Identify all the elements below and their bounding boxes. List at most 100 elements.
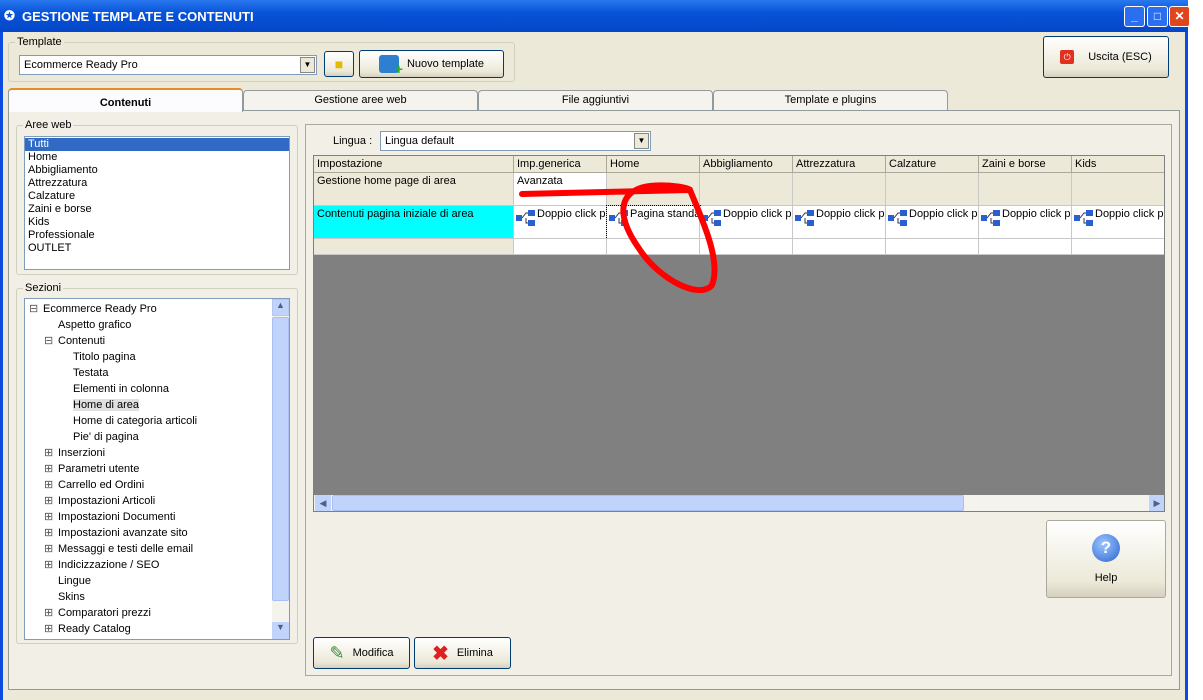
grid-cell[interactable] [886, 239, 979, 255]
aree-web-item[interactable]: Tutti [25, 138, 289, 151]
tree-node[interactable]: Pie' di pagina [25, 429, 289, 445]
open-folder-button[interactable]: ■ [324, 51, 354, 77]
grid-cell[interactable]: Doppio click per d... [886, 206, 979, 239]
aree-web-item[interactable]: Professionale [25, 229, 289, 242]
close-button[interactable]: ✕ [1169, 6, 1190, 27]
tree-node[interactable]: ⊞ Impostazioni Documenti [25, 509, 289, 525]
tree-node-label: Testata [73, 367, 109, 379]
tree-scrollbar[interactable]: ▲ ▼ [272, 299, 289, 639]
chevron-down-icon[interactable]: ▼ [634, 133, 649, 149]
expand-icon[interactable]: ⊞ [44, 445, 58, 461]
tree-node[interactable]: Home di area [25, 397, 289, 413]
lingua-label: Lingua : [333, 135, 373, 147]
exit-button[interactable]: ⏻ Uscita (ESC) [1043, 36, 1169, 78]
grid-cell[interactable] [793, 173, 886, 206]
grid-cell[interactable] [979, 239, 1072, 255]
new-template-button[interactable]: + Nuovo template [359, 50, 504, 78]
expand-icon[interactable]: ⊞ [44, 525, 58, 541]
tree-node[interactable]: ⊞ Impostazioni Articoli [25, 493, 289, 509]
tree-node[interactable]: Aspetto grafico [25, 317, 289, 333]
tree-node[interactable]: ⊟ Contenuti [25, 333, 289, 349]
sezioni-tree[interactable]: ⊟ Ecommerce Ready Pro Aspetto grafico ⊟ Cont… [24, 298, 290, 640]
expand-icon[interactable]: ⊞ [44, 557, 58, 573]
grid-cell[interactable] [607, 239, 700, 255]
tab-file-aggiuntivi[interactable]: File aggiuntivi [478, 90, 713, 110]
tab-contenuti[interactable]: Contenuti [8, 88, 243, 112]
minimize-button[interactable]: _ [1124, 6, 1145, 27]
maximize-button[interactable]: □ [1147, 6, 1168, 27]
column-header: Attrezzatura [793, 156, 886, 173]
tree-node[interactable]: Testata [25, 365, 289, 381]
scroll-up-icon[interactable]: ▲ [272, 299, 289, 316]
tree-node[interactable]: ⊞ Impostazioni avanzate sito [25, 525, 289, 541]
grid-cell[interactable] [607, 173, 700, 206]
tree-node[interactable]: Home di categoria articoli [25, 413, 289, 429]
aree-web-item[interactable]: Abbigliamento [25, 164, 289, 177]
template-select[interactable]: Ecommerce Ready Pro ▼ [19, 55, 317, 75]
expand-icon[interactable]: ⊞ [44, 605, 58, 621]
grid-cell[interactable]: Avanzata [514, 173, 607, 206]
tree-node[interactable]: ⊞ Messaggi e testi delle email [25, 541, 289, 557]
aree-web-item[interactable]: Attrezzatura [25, 177, 289, 190]
grid-hscrollbar[interactable]: ◀ ▶ [314, 495, 1164, 511]
aree-web-item[interactable]: Home [25, 151, 289, 164]
chevron-down-icon[interactable]: ▼ [300, 57, 315, 73]
help-button[interactable]: ? Help [1046, 520, 1166, 598]
grid-cell[interactable] [793, 239, 886, 255]
expand-icon[interactable]: ⊞ [44, 541, 58, 557]
aree-web-item[interactable]: Kids [25, 216, 289, 229]
grid-cell[interactable] [700, 173, 793, 206]
grid-row-label[interactable]: Contenuti pagina iniziale di area [314, 206, 514, 239]
grid-cell[interactable] [514, 239, 607, 255]
tree-node[interactable]: ⊞ Indicizzazione / SEO [25, 557, 289, 573]
grid-cell[interactable] [700, 239, 793, 255]
tree-structure-icon [609, 210, 631, 226]
tab-template-plugins[interactable]: Template e plugins [713, 90, 948, 110]
expand-icon[interactable]: ⊞ [44, 509, 58, 525]
aree-web-item[interactable]: Zaini e borse [25, 203, 289, 216]
template-value: Ecommerce Ready Pro [24, 59, 138, 71]
lingua-select[interactable]: Lingua default ▼ [380, 131, 651, 151]
tree-node[interactable]: ⊞ Ready Catalog [25, 621, 289, 637]
grid-cell[interactable]: Doppio click per d... [1072, 206, 1164, 239]
grid-cell[interactable]: Doppio click per d... [700, 206, 793, 239]
aree-web-list[interactable]: Tutti Home Abbigliamento Attrezzatura Calzat… [24, 136, 290, 270]
tree-node[interactable]: ⊟ Ecommerce Ready Pro [25, 301, 289, 317]
tree-structure-icon [1074, 210, 1096, 226]
expand-icon[interactable]: ⊞ [44, 461, 58, 477]
tree-node[interactable]: ⊞ Comparatori prezzi [25, 605, 289, 621]
grid-cell[interactable]: Doppio click per d... [793, 206, 886, 239]
tree-node[interactable]: ⊞ Carrello ed Ordini [25, 477, 289, 493]
grid-row-label[interactable]: Gestione home page di area [314, 173, 514, 206]
tab-gestione-aree-web[interactable]: Gestione aree web [243, 90, 478, 110]
grid-cell[interactable]: Pagina standard [606, 205, 701, 240]
tree-node[interactable]: Elementi in colonna [25, 381, 289, 397]
grid-row-label[interactable] [314, 239, 514, 255]
expand-icon[interactable]: ⊞ [44, 621, 58, 637]
tree-node[interactable]: ⊞ Inserzioni [25, 445, 289, 461]
grid-cell[interactable] [979, 173, 1072, 206]
modifica-button[interactable]: ✎ Modifica [313, 637, 410, 669]
hscroll-thumb[interactable] [332, 495, 964, 511]
aree-web-item[interactable]: Calzature [25, 190, 289, 203]
collapse-icon[interactable]: ⊟ [29, 301, 43, 317]
tree-node[interactable]: ⊞ Parametri utente [25, 461, 289, 477]
tree-node[interactable]: Skins [25, 589, 289, 605]
collapse-icon[interactable]: ⊟ [44, 333, 58, 349]
scroll-left-icon[interactable]: ◀ [315, 495, 331, 511]
grid-cell[interactable] [1072, 239, 1164, 255]
scroll-right-icon[interactable]: ▶ [1149, 495, 1164, 511]
grid-cell[interactable]: Doppio click per d... [514, 206, 607, 239]
scroll-down-icon[interactable]: ▼ [272, 622, 289, 639]
grid-cell[interactable] [886, 173, 979, 206]
elimina-button[interactable]: ✖ Elimina [414, 637, 511, 669]
expand-icon[interactable]: ⊞ [44, 477, 58, 493]
tree-node[interactable]: Titolo pagina [25, 349, 289, 365]
scroll-thumb[interactable] [272, 317, 289, 601]
tree-node[interactable]: Lingue [25, 573, 289, 589]
grid-cell[interactable]: Doppio click per d... [979, 206, 1072, 239]
aree-web-item[interactable]: OUTLET [25, 242, 289, 255]
grid-cell[interactable] [1072, 173, 1164, 206]
settings-grid[interactable]: ◀ ▶ Impostazione Imp.generica Home Abbiglia… [313, 155, 1165, 512]
expand-icon[interactable]: ⊞ [44, 493, 58, 509]
